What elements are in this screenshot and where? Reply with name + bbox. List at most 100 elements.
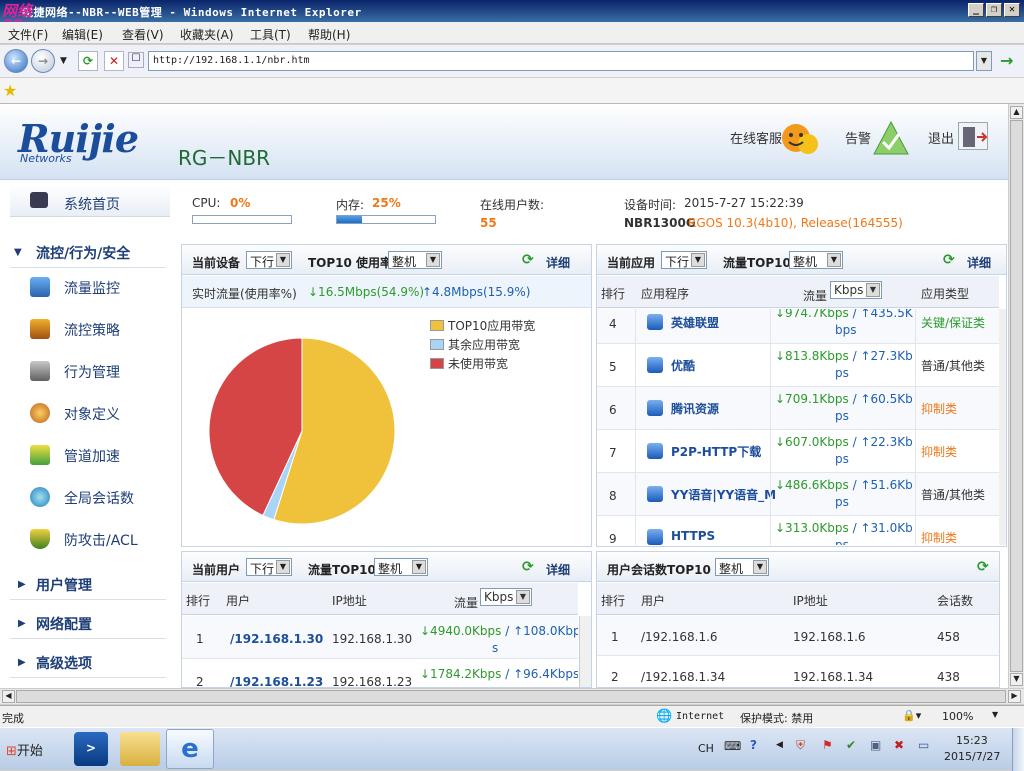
col-divider (915, 516, 916, 545)
menu-favorites[interactable]: 收藏夹(A) (180, 26, 234, 43)
app-name: 腾讯资源 (671, 402, 720, 416)
scroll-up-icon[interactable]: ▲ (1010, 106, 1023, 119)
scroll-thumb[interactable] (1010, 120, 1023, 672)
favorites-bar: ★ (0, 78, 1024, 104)
app-detail-link[interactable]: 详细 (967, 254, 991, 271)
app-panel: 当前应用 下行 ▼ 流量TOP10 整机 ▼ ⟳ 详细 排行 应用程序 流量 Kbp… (596, 244, 1007, 547)
powershell-icon[interactable]: > (74, 732, 108, 766)
page-vertical-scrollbar[interactable]: ▲ ▼ (1008, 104, 1024, 688)
device-panel-title: 当前设备 (192, 256, 241, 270)
status-bar: 完成 🌐 Internet 保护模式: 禁用 🔒▾ 100% ▼ (0, 705, 1024, 727)
refresh-icon[interactable]: ⟳ (522, 559, 534, 575)
monitor-icon (30, 192, 48, 208)
stop-icon[interactable]: ✕ (104, 51, 124, 71)
tray-flag-icon[interactable]: ⚑ (822, 738, 833, 752)
app-table-scrollbar[interactable] (999, 309, 1006, 545)
user-direction-select[interactable]: 下行 ▼ (246, 558, 292, 576)
sidebar-item-acl[interactable]: 防攻击/ACL (64, 530, 138, 550)
sidebar-item-behavior[interactable]: 行为管理 (64, 362, 120, 382)
tray-display-icon[interactable]: ▭ (918, 738, 929, 752)
online-service-icon[interactable] (780, 118, 820, 158)
refresh-icon[interactable]: ⟳ (977, 559, 989, 575)
scroll-right-icon[interactable]: ▶ (1008, 690, 1021, 703)
show-desktop-button[interactable] (1012, 728, 1024, 771)
tray-security-icon[interactable]: ✔ (846, 738, 856, 752)
menu-help[interactable]: 帮助(H) (308, 26, 350, 43)
scroll-thumb-h[interactable] (16, 690, 1006, 703)
scroll-down-icon[interactable]: ▼ (1010, 673, 1023, 686)
online-service-link[interactable]: 在线客服 (730, 128, 782, 147)
favorites-star-icon[interactable]: ★ (3, 81, 17, 100)
table-row: 1/192.168.1.6 192.168.1.6 458 (597, 616, 999, 656)
session-interface-select[interactable]: 整机 ▼ (715, 558, 769, 576)
clock-date[interactable]: 2015/7/27 (944, 750, 1000, 763)
flow-cell: ↓974.7Kbps / ↑435.5K (775, 309, 913, 320)
device-time-value: 2015-7-27 15:22:39 (684, 196, 804, 210)
flow-policy-icon (30, 319, 50, 339)
tray-network-icon[interactable]: ▣ (870, 738, 881, 752)
device-direction-select[interactable]: 下行 ▼ (246, 251, 292, 269)
user-detail-link[interactable]: 详细 (546, 561, 570, 578)
table-row: 8 YY语音|YY语音_M ↓486.6Kbps / ↑51.6Kb ps 普通/其他类 (597, 473, 999, 516)
start-button[interactable]: ⊞开始 (2, 734, 58, 764)
minimize-button[interactable]: _ (968, 3, 984, 17)
help-icon[interactable]: ? (750, 738, 757, 752)
user-interface-select[interactable]: 整机 ▼ (374, 558, 428, 576)
alarm-icon[interactable] (872, 120, 910, 156)
menu-file[interactable]: 文件(F) (8, 26, 48, 43)
sidebar-section-user[interactable]: 用户管理 (36, 575, 92, 595)
alarm-link[interactable]: 告警 (845, 128, 871, 147)
flow-up: / ↑96.4Kbps (501, 667, 578, 681)
app-direction-select[interactable]: 下行 ▼ (661, 251, 707, 269)
menu-view[interactable]: 查看(V) (122, 26, 164, 43)
logout-link[interactable]: 退出 (928, 128, 954, 147)
menu-edit[interactable]: 编辑(E) (62, 26, 103, 43)
count-cell: 458 (937, 630, 960, 644)
back-button[interactable]: ← (4, 49, 28, 73)
tray-volume-icon[interactable]: ✖ (894, 738, 904, 752)
refresh-icon[interactable]: ⟳ (78, 51, 98, 71)
ie-taskbar-icon[interactable]: e (166, 729, 214, 769)
sidebar-section-advanced[interactable]: 高级选项 (36, 653, 92, 673)
keyboard-icon[interactable]: ⌨ (724, 739, 741, 753)
lock-icon[interactable]: 🔒▾ (902, 709, 921, 722)
address-dropdown-icon[interactable]: ▼ (976, 51, 992, 71)
explorer-folder-icon[interactable] (120, 732, 160, 766)
app-interface-select[interactable]: 整机 ▼ (789, 251, 843, 269)
logout-icon[interactable] (958, 122, 988, 150)
tray-app-icon[interactable]: ⛨ (796, 738, 805, 753)
page-horizontal-scrollbar[interactable]: ◀ ▶ (0, 688, 1024, 704)
device-interface-select[interactable]: 整机 ▼ (388, 251, 442, 269)
sidebar-section-flow[interactable]: 流控/行为/安全 (36, 243, 130, 263)
sidebar-item-object[interactable]: 对象定义 (64, 404, 120, 424)
zoom-level[interactable]: 100% (942, 710, 973, 723)
sidebar-item-flow-policy[interactable]: 流控策略 (64, 320, 120, 340)
language-indicator[interactable]: CH (698, 742, 714, 755)
refresh-icon[interactable]: ⟳ (943, 252, 955, 268)
address-input[interactable]: http://192.168.1.1/nbr.htm (148, 51, 974, 71)
app-unit-select[interactable]: Kbps ▼ (830, 281, 882, 299)
col-rank: 排行 (601, 287, 626, 301)
sidebar-item-session[interactable]: 全局会话数 (64, 488, 134, 508)
sidebar-item-pipe-accel[interactable]: 管道加速 (64, 446, 120, 466)
sidebar-section-network[interactable]: 网络配置 (36, 614, 92, 634)
scroll-left-icon[interactable]: ◀ (2, 690, 15, 703)
app-panel-header: 当前应用 下行 ▼ 流量TOP10 整机 ▼ ⟳ 详细 (597, 245, 1006, 275)
rank-cell: 6 (609, 403, 617, 417)
device-detail-link[interactable]: 详细 (546, 254, 570, 271)
user-table-scrollbar[interactable] (579, 616, 591, 687)
ip-cell: 192.168.1.6 (793, 630, 866, 644)
tray-expand-icon[interactable]: ◀ (776, 740, 783, 750)
go-icon[interactable]: → (1000, 51, 1020, 71)
sidebar-item-flow-monitor[interactable]: 流量监控 (64, 278, 120, 298)
refresh-icon[interactable]: ⟳ (522, 252, 534, 268)
col-count: 会话数 (937, 594, 974, 608)
user-unit-select[interactable]: Kbps ▼ (480, 588, 532, 606)
clock-time[interactable]: 15:23 (956, 734, 988, 747)
close-button[interactable]: ✕ (1004, 3, 1020, 17)
zoom-dropdown-icon[interactable]: ▼ (992, 710, 998, 719)
menu-tools[interactable]: 工具(T) (250, 26, 291, 43)
forward-button[interactable]: → (31, 49, 55, 73)
history-dropdown-icon[interactable]: ▼ (60, 56, 67, 66)
restore-button[interactable]: ❐ (986, 3, 1002, 17)
